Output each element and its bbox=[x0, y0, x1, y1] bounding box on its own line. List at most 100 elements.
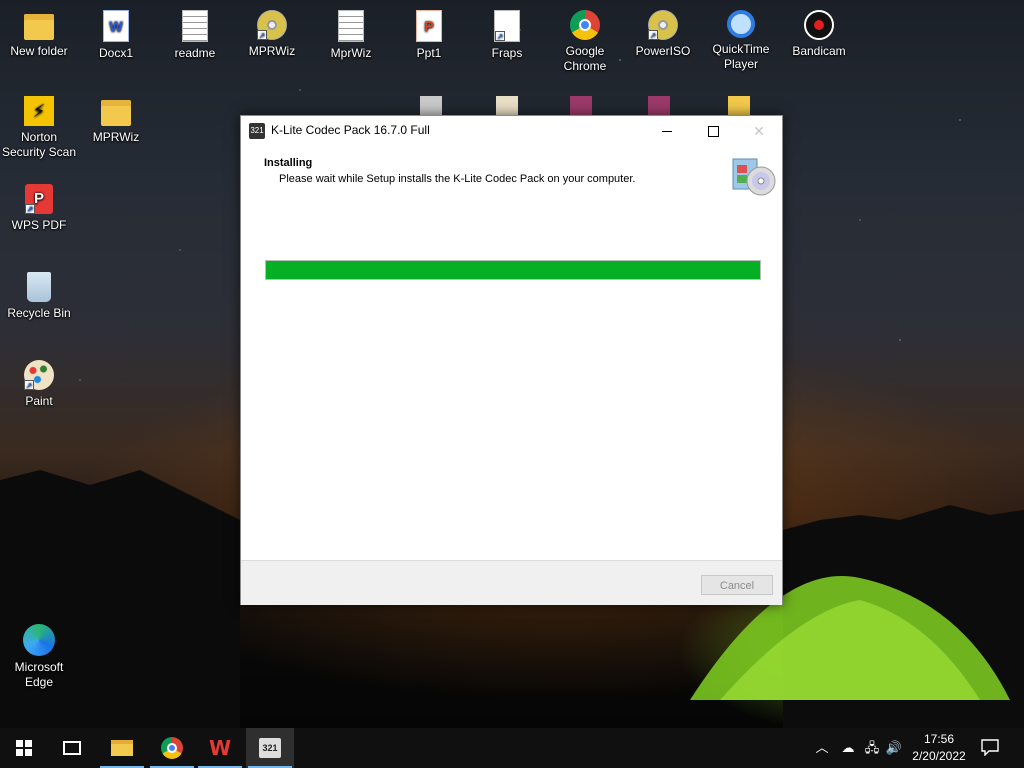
chrome-icon bbox=[161, 737, 183, 759]
close-icon: ✕ bbox=[753, 122, 765, 139]
desktop-icon-bandicam[interactable]: Bandicam bbox=[781, 10, 857, 59]
shortcut-arrow-icon: ↗ bbox=[24, 380, 34, 390]
chrome-icon bbox=[570, 10, 600, 40]
icon-label: Docx1 bbox=[98, 46, 133, 60]
cloud-icon: ☁ bbox=[841, 740, 855, 755]
window-title: K-Lite Codec Pack 16.7.0 Full bbox=[271, 123, 430, 137]
minimize-button[interactable] bbox=[644, 116, 690, 146]
word-doc-icon: W bbox=[103, 10, 129, 42]
quicktime-icon bbox=[727, 10, 755, 38]
task-view-icon bbox=[63, 741, 81, 755]
wps-office-icon: W bbox=[208, 736, 232, 760]
shortcut-arrow-icon: ↗ bbox=[25, 204, 35, 214]
desktop-icon-readme[interactable]: readme bbox=[157, 10, 233, 61]
windows-logo-icon bbox=[16, 740, 32, 756]
desktop-icon-mprwiz-app[interactable]: ↗ MPRWiz bbox=[234, 10, 310, 59]
page-title: Installing bbox=[264, 157, 313, 169]
icon-label: Fraps bbox=[491, 46, 523, 60]
desktop-icon-fraps[interactable]: ↗ Fraps bbox=[469, 10, 545, 61]
klite-app-icon: 321 bbox=[259, 738, 281, 758]
taskbar: W 321 ︿ ☁ 🖧 🔊 17:56 2/20/2022 bbox=[0, 728, 1024, 768]
show-hidden-icons-button[interactable]: ︿ bbox=[814, 738, 830, 758]
system-clock[interactable]: 17:56 2/20/2022 bbox=[906, 731, 972, 765]
clock-date: 2/20/2022 bbox=[912, 749, 966, 763]
text-file-icon bbox=[182, 10, 208, 42]
clock-time: 17:56 bbox=[923, 732, 955, 746]
folder-icon bbox=[101, 100, 131, 126]
title-bar[interactable]: 321 K-Lite Codec Pack 16.7.0 Full ✕ bbox=[241, 116, 782, 146]
desktop-icon-quicktime-player[interactable]: QuickTime Player bbox=[703, 10, 779, 72]
onedrive-tray-button[interactable]: ☁ bbox=[838, 738, 858, 758]
icon-label: Microsoft Edge bbox=[14, 660, 64, 689]
bandicam-icon bbox=[804, 10, 834, 40]
mprwiz-app-icon: ↗ bbox=[257, 10, 287, 40]
klite-app-icon: 321 bbox=[249, 123, 265, 139]
taskbar-klite-installer[interactable]: 321 bbox=[246, 728, 294, 768]
install-package-icon bbox=[732, 158, 776, 196]
icon-label: Google Chrome bbox=[563, 44, 607, 73]
shortcut-arrow-icon: ↗ bbox=[257, 30, 267, 40]
desktop-icon-google-chrome[interactable]: Google Chrome bbox=[547, 10, 623, 74]
desktop-icon-ppt1[interactable]: P Ppt1 bbox=[391, 10, 467, 61]
taskbar-file-explorer[interactable] bbox=[98, 728, 146, 768]
start-button[interactable] bbox=[0, 728, 48, 768]
icon-label: Bandicam bbox=[792, 44, 846, 58]
desktop-icon-wps-pdf[interactable]: P ↗ WPS PDF bbox=[1, 184, 77, 233]
shortcut-arrow-icon: ↗ bbox=[648, 30, 658, 40]
icon-label: Norton Security Scan bbox=[1, 130, 77, 159]
speaker-icon: 🔊 bbox=[885, 740, 903, 755]
icon-label: Ppt1 bbox=[416, 46, 442, 60]
desktop-icon-docx1[interactable]: W Docx1 bbox=[78, 10, 154, 61]
ppt-doc-icon: P bbox=[416, 10, 442, 42]
volume-tray-button[interactable]: 🔊 bbox=[884, 738, 904, 758]
desktop-icon-mprwiz-file[interactable]: MprWiz bbox=[313, 10, 389, 61]
install-progress-bar bbox=[265, 260, 761, 280]
taskbar-wps[interactable]: W bbox=[196, 728, 244, 768]
desktop-icon-mprwiz-folder[interactable]: MPRWiz bbox=[78, 96, 154, 145]
cancel-button[interactable]: Cancel bbox=[701, 575, 773, 595]
icon-label: PowerISO bbox=[635, 44, 691, 58]
network-tray-button[interactable]: 🖧 bbox=[862, 738, 882, 758]
progress-fill bbox=[266, 261, 760, 279]
recycle-bin-icon bbox=[27, 272, 51, 302]
folder-icon bbox=[24, 14, 54, 40]
network-icon: 🖧 bbox=[864, 740, 880, 755]
notification-icon bbox=[981, 739, 999, 756]
action-center-button[interactable] bbox=[980, 738, 1000, 756]
desktop-icon-paint[interactable]: ↗ Paint bbox=[1, 360, 77, 409]
icon-label: readme bbox=[174, 46, 216, 60]
task-view-button[interactable] bbox=[48, 728, 96, 768]
paint-icon: ↗ bbox=[24, 360, 54, 390]
icon-label: Recycle Bin bbox=[7, 306, 71, 320]
desktop-icon-norton-security-scan[interactable]: ⚡ Norton Security Scan bbox=[1, 96, 77, 160]
edge-icon bbox=[23, 624, 55, 656]
installer-window: 321 K-Lite Codec Pack 16.7.0 Full ✕ Inst… bbox=[240, 115, 783, 605]
icon-label: WPS PDF bbox=[11, 218, 67, 232]
icon-label: Paint bbox=[25, 394, 53, 408]
desktop-icon-recycle-bin[interactable]: Recycle Bin bbox=[1, 272, 77, 321]
installer-header: Installing Please wait while Setup insta… bbox=[241, 146, 782, 206]
shortcut-arrow-icon: ↗ bbox=[495, 31, 505, 41]
page-subtitle: Please wait while Setup installs the K-L… bbox=[279, 173, 636, 185]
maximize-button[interactable] bbox=[690, 116, 736, 146]
chevron-up-icon: ︿ bbox=[815, 740, 829, 755]
wps-pdf-icon: P ↗ bbox=[25, 184, 53, 214]
icon-label: MPRWiz bbox=[92, 130, 140, 144]
norton-icon: ⚡ bbox=[24, 96, 54, 126]
desktop-icon-microsoft-edge[interactable]: Microsoft Edge bbox=[1, 624, 77, 690]
file-icon: ↗ bbox=[494, 10, 520, 42]
icon-label: MPRWiz bbox=[248, 44, 296, 58]
desktop-icon-poweriso[interactable]: ↗ PowerISO bbox=[625, 10, 701, 59]
file-explorer-icon bbox=[111, 740, 133, 756]
desktop-icon-new-folder[interactable]: New folder bbox=[1, 10, 77, 59]
desktop: New folder W Docx1 readme ↗ MPRWiz MprWi… bbox=[0, 0, 1024, 728]
icon-label: New folder bbox=[10, 44, 68, 58]
poweriso-icon: ↗ bbox=[648, 10, 678, 40]
taskbar-chrome[interactable] bbox=[148, 728, 196, 768]
close-button[interactable]: ✕ bbox=[736, 116, 782, 146]
installer-footer: Cancel bbox=[241, 560, 782, 605]
maximize-icon bbox=[707, 125, 719, 137]
icon-label: QuickTime Player bbox=[712, 42, 770, 71]
icon-label: MprWiz bbox=[330, 46, 372, 60]
minimize-icon bbox=[662, 130, 672, 132]
